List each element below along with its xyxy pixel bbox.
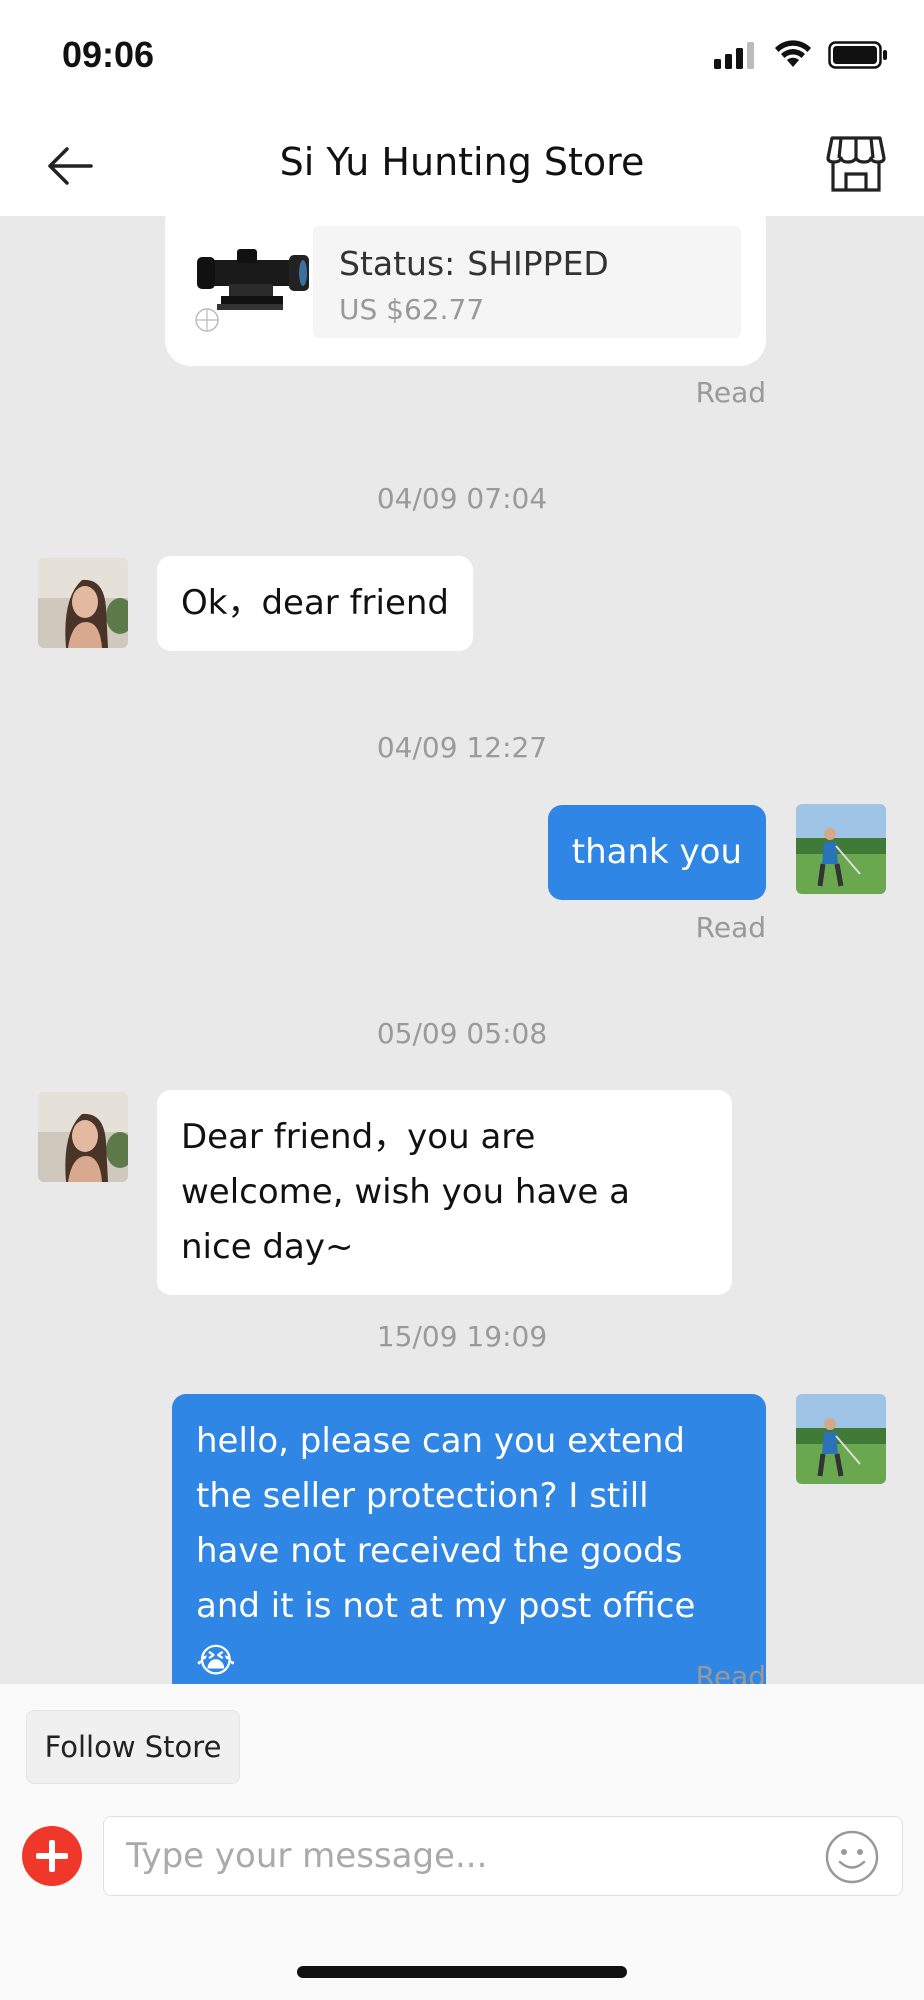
follow-store-button[interactable]: Follow Store [26, 1710, 240, 1784]
wifi-icon [775, 40, 811, 67]
seller-avatar-image [38, 558, 128, 648]
home-indicator[interactable] [297, 1966, 627, 1978]
add-attachment-button[interactable] [22, 1826, 82, 1886]
outgoing-message[interactable]: hello, please can you extend the seller … [172, 1394, 766, 1684]
user-avatar-image [796, 804, 886, 894]
order-status: Status: SHIPPED [339, 244, 741, 283]
user-avatar[interactable] [796, 804, 886, 894]
order-price: US $62.77 [339, 293, 485, 326]
emoji-icon[interactable] [824, 1829, 880, 1885]
seller-avatar[interactable] [38, 558, 128, 648]
status-time: 09:06 [62, 34, 155, 75]
order-info: Status: SHIPPED US $62.77 [313, 226, 741, 338]
read-receipt: Read [695, 1660, 766, 1684]
message-timestamp: 04/09 07:04 [376, 482, 548, 515]
read-receipt: Read [695, 911, 766, 944]
message-timestamp: 04/09 12:27 [376, 731, 548, 764]
chat-messages[interactable]: Status: SHIPPED US $62.77 Read 04/09 07:… [0, 216, 924, 1684]
user-avatar[interactable] [796, 1394, 886, 1484]
user-avatar-image [796, 1394, 886, 1484]
message-timestamp: 05/09 05:08 [376, 1017, 548, 1050]
order-card[interactable]: Status: SHIPPED US $62.77 [165, 216, 766, 366]
message-input[interactable] [126, 1817, 806, 1895]
page-title: Si Yu Hunting Store [279, 140, 645, 184]
message-input-box [103, 1816, 903, 1896]
status-icons [714, 40, 888, 70]
incoming-message[interactable]: Ok，dear friend [157, 556, 474, 651]
store-icon[interactable] [824, 132, 888, 196]
rifle-scope-product-image [195, 249, 309, 332]
seller-avatar-image [38, 1092, 128, 1182]
incoming-message[interactable]: Dear friend，you are welcome, wish you ha… [157, 1090, 732, 1295]
composer-area: Follow Store [0, 1684, 924, 2000]
order-status-value: SHIPPED [467, 244, 609, 283]
cellular-signal-icon [714, 42, 754, 69]
battery-icon [828, 41, 887, 69]
nav-bar: Si Yu Hunting Store [0, 110, 924, 216]
read-receipt: Read [695, 376, 766, 409]
status-bar: 09:06 [0, 0, 924, 110]
message-timestamp: 15/09 19:09 [376, 1320, 548, 1353]
outgoing-message[interactable]: thank you [547, 805, 766, 900]
order-status-label: Status: [339, 244, 456, 283]
seller-avatar[interactable] [38, 1092, 128, 1182]
